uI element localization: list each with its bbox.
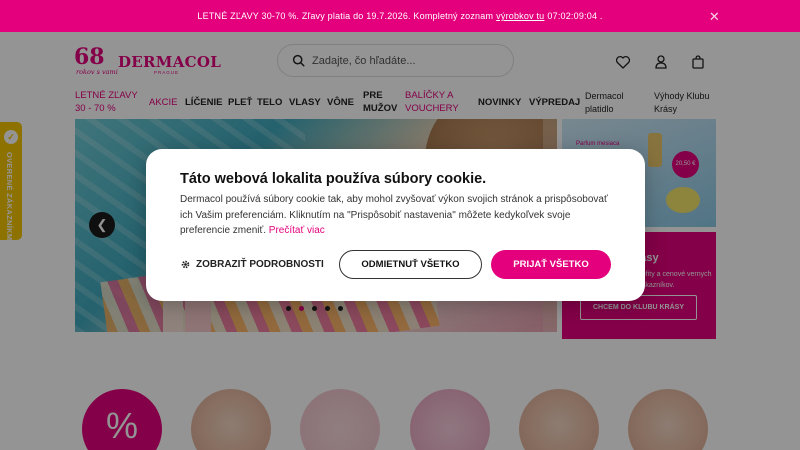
read-more-link[interactable]: Prečítať viac — [269, 225, 325, 236]
reject-all-button[interactable]: ODMIETNUŤ VŠETKO — [339, 250, 482, 279]
promo-countdown: 07:02:09:04 . — [547, 11, 603, 21]
cookie-title: Táto webová lokalita používa súbory cook… — [180, 171, 487, 187]
cookie-dialog: Táto webová lokalita používa súbory cook… — [146, 149, 645, 301]
gear-icon — [181, 260, 190, 269]
accept-all-button[interactable]: PRIJAŤ VŠETKO — [491, 250, 611, 279]
promo-link[interactable]: výrobkov tu — [496, 11, 544, 21]
show-details-label: ZOBRAZIŤ PODROBNOSTI — [196, 259, 324, 270]
cookie-body-text: Dermacol používá súbory cookie tak, aby … — [180, 194, 608, 236]
cookie-body: Dermacol používá súbory cookie tak, aby … — [180, 192, 620, 239]
show-details-button[interactable]: ZOBRAZIŤ PODROBNOSTI — [180, 259, 324, 270]
promo-text: LETNÉ ZĽAVY 30-70 %. Zľavy platia do 19.… — [197, 11, 494, 21]
close-icon[interactable]: ✕ — [709, 9, 720, 25]
promo-bar: LETNÉ ZĽAVY 30-70 %. Zľavy platia do 19.… — [0, 0, 800, 32]
